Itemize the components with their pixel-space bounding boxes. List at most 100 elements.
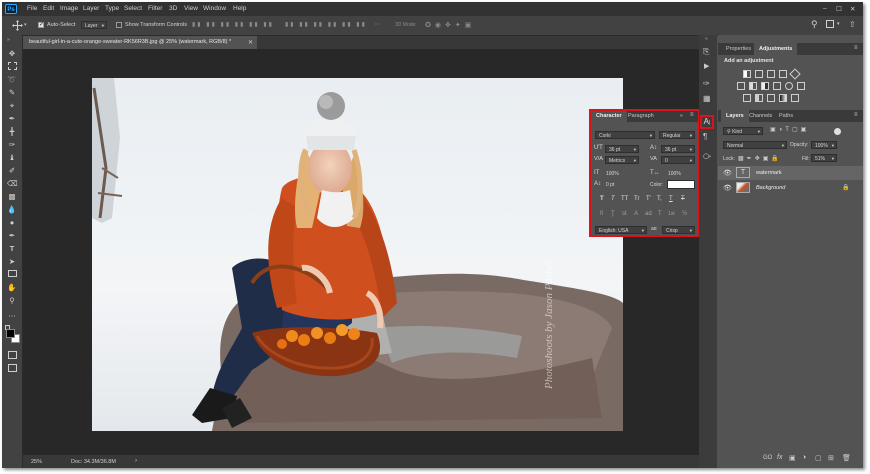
contextual-alternates-button[interactable]: Ţ (611, 211, 615, 217)
exposure-icon[interactable] (779, 70, 787, 78)
document-tab[interactable]: beautiful-girl-in-a-cute-orange-sweater-… (23, 36, 257, 49)
discretionary-ligatures-button[interactable]: st (622, 211, 627, 217)
workspace-icon[interactable] (826, 20, 834, 28)
share-icon[interactable]: ⇧ (849, 20, 856, 29)
tool-preset-chevron-icon[interactable]: ▾ (24, 22, 27, 28)
layer-row-watermark[interactable]: 👁 T watermark (718, 166, 863, 180)
small-caps-button[interactable]: Tr (634, 196, 639, 202)
layer-name[interactable]: watermark (756, 170, 782, 176)
crop-tool-icon[interactable]: ⌖ (7, 101, 17, 110)
lock-icons[interactable]: ▩✒✥▣🔒 (738, 155, 782, 162)
photo-filter-icon[interactable] (773, 82, 781, 90)
channel-mixer-icon[interactable] (785, 82, 793, 90)
collapse-dock-icon[interactable]: « (705, 36, 708, 42)
dodge-tool-icon[interactable]: ● (7, 218, 17, 227)
opacity-field[interactable]: 100% ▾ (811, 141, 837, 149)
blur-tool-icon[interactable]: 💧 (7, 205, 17, 214)
menu-edit[interactable]: Edit (43, 5, 54, 12)
threshold-icon[interactable] (767, 94, 775, 102)
character-panel-icon[interactable]: A| (700, 115, 714, 129)
collapse-toolbar-icon[interactable]: » (7, 37, 10, 43)
panel-menu-icon[interactable]: ≡ (854, 45, 858, 51)
tab-channels[interactable]: Channels (744, 110, 777, 122)
minimize-button[interactable]: – (823, 5, 827, 12)
vertical-scale-value[interactable]: 100% (606, 171, 619, 177)
move-tool-icon[interactable] (12, 20, 23, 31)
move-tool-icon[interactable]: ✥ (7, 49, 17, 58)
eyedropper-tool-icon[interactable]: ✒ (7, 114, 17, 123)
stylistic-alternates-button[interactable]: ad (645, 211, 652, 217)
new-layer-icon[interactable]: ⊞ (828, 454, 834, 462)
delete-layer-icon[interactable]: 🗑 (842, 454, 851, 462)
standard-ligatures-button[interactable]: fi (600, 211, 603, 217)
blend-mode-dropdown[interactable]: Normal ▾ (723, 141, 787, 149)
close-button[interactable]: ✕ (850, 5, 855, 13)
add-mask-icon[interactable]: ▣ (789, 454, 796, 462)
tab-properties[interactable]: Properties (721, 43, 756, 55)
3d-panel-icon[interactable]: ⧂ (703, 152, 711, 162)
marquee-tool-icon[interactable] (7, 62, 17, 71)
all-caps-button[interactable]: TT (621, 196, 628, 202)
strikethrough-button[interactable]: T (681, 196, 685, 202)
panel-menu-icon[interactable]: ≡ (854, 112, 858, 118)
font-family-dropdown[interactable]: Corki ▾ (595, 131, 655, 139)
tab-paragraph[interactable]: Paragraph (623, 111, 659, 122)
font-size-field[interactable]: 36 pt ▾ (605, 145, 639, 153)
faux-bold-button[interactable]: T (600, 196, 604, 202)
menu-layer[interactable]: Layer (83, 5, 99, 12)
actions-play-icon[interactable]: ▶ (704, 62, 709, 70)
lasso-tool-icon[interactable]: ➰ (7, 75, 17, 84)
new-group-icon[interactable]: ▢ (815, 454, 822, 462)
menu-select[interactable]: Select (124, 5, 142, 12)
paragraph-panel-icon[interactable]: ¶ (703, 132, 707, 141)
antialias-dropdown[interactable]: Crisp ▾ (662, 226, 695, 234)
screen-mode-icon[interactable] (7, 364, 17, 373)
collapse-panel-icon[interactable]: » (680, 113, 683, 119)
titling-alternates-button[interactable]: T (658, 211, 662, 217)
watermark-text[interactable]: Photoshoots by Jason Parker (543, 219, 557, 389)
underline-button[interactable]: T (669, 196, 673, 202)
text-color-swatch[interactable] (667, 180, 695, 189)
tab-adjustments[interactable]: Adjustments (754, 43, 798, 55)
invert-icon[interactable] (743, 94, 751, 102)
visibility-eye-icon[interactable]: 👁 (723, 169, 732, 177)
panel-menu-icon[interactable]: ≡ (690, 112, 694, 118)
history-icon[interactable]: ⎘ (703, 47, 709, 57)
levels-icon[interactable] (755, 70, 763, 78)
align-buttons[interactable]: ▮▮ ▮▮ ▮▮ ▮▮ ▮▮ ▮▮ ▮▮ ▮▮ ▮▮ ▮▮ ▮▮ ▮▮ ⋯ (192, 21, 382, 29)
menu-file[interactable]: File (27, 5, 37, 12)
posterize-icon[interactable] (755, 94, 763, 102)
foreground-color-swatch[interactable] (6, 329, 15, 338)
fractions-button[interactable]: ½ (682, 211, 687, 217)
brush-settings-icon[interactable]: ✑ (703, 79, 710, 88)
selective-color-icon[interactable] (791, 94, 799, 102)
faux-italic-button[interactable]: T (611, 196, 615, 202)
curves-icon[interactable] (767, 70, 775, 78)
leading-field[interactable]: 36 pt ▾ (661, 145, 695, 153)
link-layers-icon[interactable]: GO (763, 455, 772, 461)
color-balance-icon[interactable] (749, 82, 757, 90)
zoom-level[interactable]: 25% (31, 459, 42, 465)
hand-tool-icon[interactable]: ✋ (7, 283, 17, 292)
close-tab-icon[interactable]: ✕ (248, 39, 253, 46)
auto-select-checkbox[interactable]: ✓ (38, 22, 44, 28)
layer-style-icon[interactable]: fx (777, 454, 782, 461)
font-style-dropdown[interactable]: Regular ▾ (659, 131, 695, 139)
healing-brush-tool-icon[interactable]: ╋ (7, 127, 17, 136)
baseline-shift-value[interactable]: 0 pt (606, 182, 614, 188)
menu-view[interactable]: View (184, 5, 198, 12)
menu-image[interactable]: Image (60, 5, 78, 12)
search-icon[interactable]: ⚲ (811, 19, 818, 30)
color-lookup-icon[interactable] (797, 82, 805, 90)
menu-type[interactable]: Type (105, 5, 119, 12)
maximize-button[interactable]: ☐ (836, 5, 842, 13)
swash-button[interactable]: A (634, 211, 638, 217)
visibility-eye-icon[interactable]: 👁 (723, 184, 732, 192)
rectangle-tool-icon[interactable] (7, 270, 17, 279)
layer-kind-filter[interactable]: ⚲ Kind ▾ (723, 127, 763, 135)
gradient-map-icon[interactable] (779, 94, 787, 102)
eraser-tool-icon[interactable]: ⌫ (7, 179, 18, 188)
quick-mask-icon[interactable] (7, 351, 17, 360)
clone-stamp-tool-icon[interactable]: ♝ (7, 153, 17, 162)
type-tool-icon[interactable]: T (7, 244, 17, 253)
